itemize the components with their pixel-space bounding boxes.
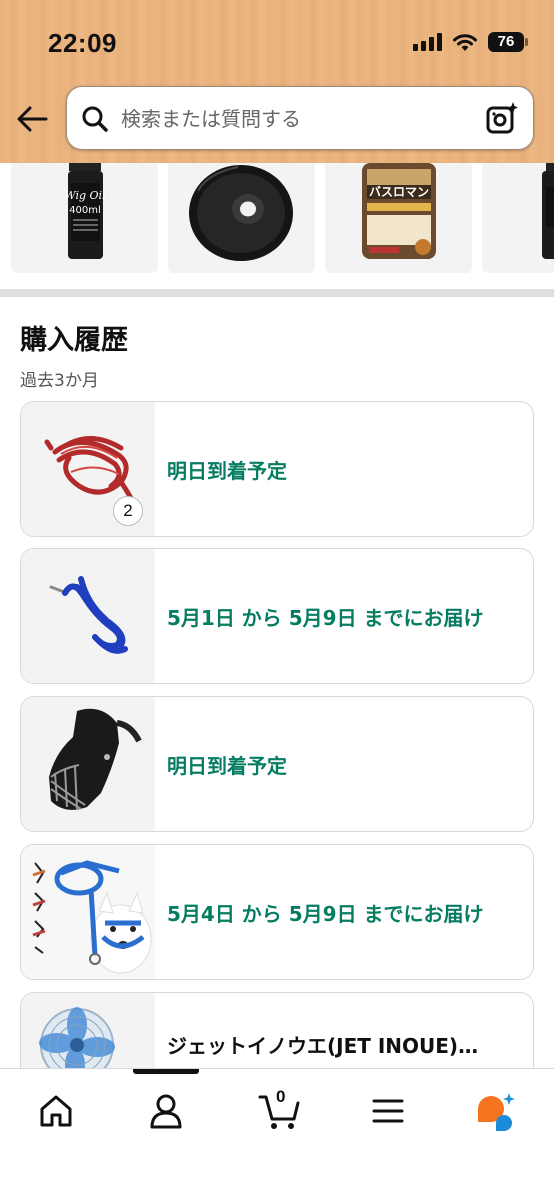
camera-lens-icon[interactable] <box>485 101 519 135</box>
order-card[interactable]: 5月4日 から 5月9日 までにお届け <box>20 844 534 980</box>
order-thumbnail <box>21 697 155 831</box>
wifi-icon <box>453 34 477 51</box>
quantity-badge: 2 <box>113 496 143 526</box>
wig-oil-volume: 400ml <box>69 205 101 216</box>
recommended-products-strip[interactable]: Wig Oil 400ml バスロマン <box>0 163 554 275</box>
cart-count: 0 <box>276 1087 286 1106</box>
product-card-filament[interactable] <box>168 163 315 273</box>
app-header: 22:09 76 <box>0 0 554 163</box>
cart-button[interactable]: 0 <box>258 1087 302 1131</box>
status-time: 22:09 <box>48 28 117 58</box>
order-thumbnail: 2 <box>21 402 155 536</box>
wig-oil-bottle-image: Wig Oil 400ml <box>64 163 106 259</box>
purchase-history-subtitle: 過去3か月 <box>20 371 99 391</box>
cellular-signal-icon <box>413 33 442 51</box>
home-icon[interactable] <box>36 1091 76 1131</box>
active-tab-indicator <box>133 1069 199 1074</box>
rufus-assistant-icon[interactable] <box>474 1091 518 1135</box>
section-divider <box>0 289 554 297</box>
filament-spool-image <box>189 165 293 261</box>
order-thumbnail <box>21 845 155 979</box>
delivery-status: 5月4日 から 5月9日 までにお届け <box>167 901 484 926</box>
order-card[interactable]: 2 明日到着予定 <box>20 401 534 537</box>
blue-rope-image <box>49 576 128 654</box>
product-card-bathroman[interactable]: バスロマン <box>325 163 472 273</box>
order-card[interactable]: 明日到着予定 <box>20 696 534 832</box>
purchase-history-title: 購入履歴 <box>20 325 128 356</box>
search-bar[interactable] <box>66 86 534 150</box>
bottom-navigation: 0 <box>0 1068 554 1200</box>
dog-harness-image <box>21 845 155 979</box>
delivery-status: 5月1日 から 5月9日 までにお届け <box>167 605 484 630</box>
bath-salt-jar-image: バスロマン <box>362 163 436 259</box>
wig-oil-label: Wig Oil <box>64 189 106 202</box>
menu-icon[interactable] <box>368 1091 408 1131</box>
product-card-wig-oil[interactable]: Wig Oil 400ml <box>11 163 158 273</box>
wire-muzzle-image <box>49 708 142 810</box>
search-input[interactable] <box>121 101 471 137</box>
bathroman-label: バスロマン <box>369 185 429 199</box>
product-card-partial[interactable] <box>482 163 554 273</box>
account-icon[interactable] <box>146 1091 186 1131</box>
status-indicators: 76 <box>413 32 528 52</box>
back-arrow-icon[interactable] <box>14 102 52 136</box>
order-card[interactable]: 5月1日 から 5月9日 までにお届け <box>20 548 534 684</box>
order-thumbnail <box>21 549 155 683</box>
battery-icon: 76 <box>488 32 528 52</box>
search-icon <box>82 106 108 132</box>
wig-oil-bottle-partial-image <box>542 163 554 259</box>
delivery-status: 明日到着予定 <box>167 753 287 778</box>
delivery-status: 明日到着予定 <box>167 458 287 483</box>
